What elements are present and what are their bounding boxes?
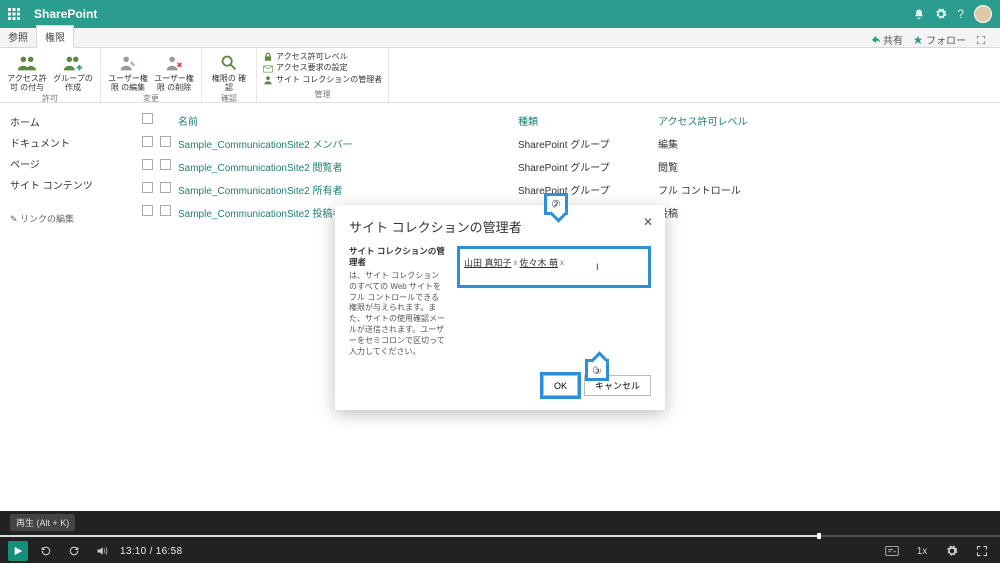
remove-chip-icon[interactable]: x [514,258,518,267]
people-chip: 佐々木 萌 x [520,252,565,272]
fullscreen-button[interactable] [972,541,992,561]
video-player-bar: 再生 (Alt + K) 13:10 / 16:58 1x [0,511,1000,563]
play-button[interactable] [8,541,28,561]
seek-track[interactable] [0,535,1000,537]
site-collection-admins-dialog: ✕ サイト コレクションの管理者 サイト コレクションの管理者 は、サイト コレ… [335,205,665,410]
video-time: 13:10 / 16:58 [120,546,182,557]
volume-button[interactable] [92,541,112,561]
dialog-title: サイト コレクションの管理者 [349,217,651,236]
settings-button[interactable] [942,541,962,561]
captions-button[interactable] [882,541,902,561]
playback-hint: 再生 (Alt + K) [10,514,75,531]
forward-button[interactable] [64,541,84,561]
modal-overlay: ✕ サイト コレクションの管理者 サイト コレクションの管理者 は、サイト コレ… [0,0,1000,563]
playback-rate-button[interactable]: 1x [912,541,932,561]
people-chip: 山田 真知子 x [464,252,518,272]
remove-chip-icon[interactable]: x [560,258,564,267]
people-picker-input[interactable]: 山田 真知子 x 佐々木 萌 x I [457,246,651,288]
dialog-description: サイト コレクションの管理者 は、サイト コレクションのすべての Web サイト… [349,246,447,357]
rewind-button[interactable] [36,541,56,561]
dialog-close-button[interactable]: ✕ [643,215,653,229]
seek-progress [0,535,820,537]
callout-2: ② [544,193,568,215]
callout-3: ③ [585,359,609,381]
ok-button[interactable]: OK [543,375,578,396]
text-cursor-icon: I [596,262,601,272]
